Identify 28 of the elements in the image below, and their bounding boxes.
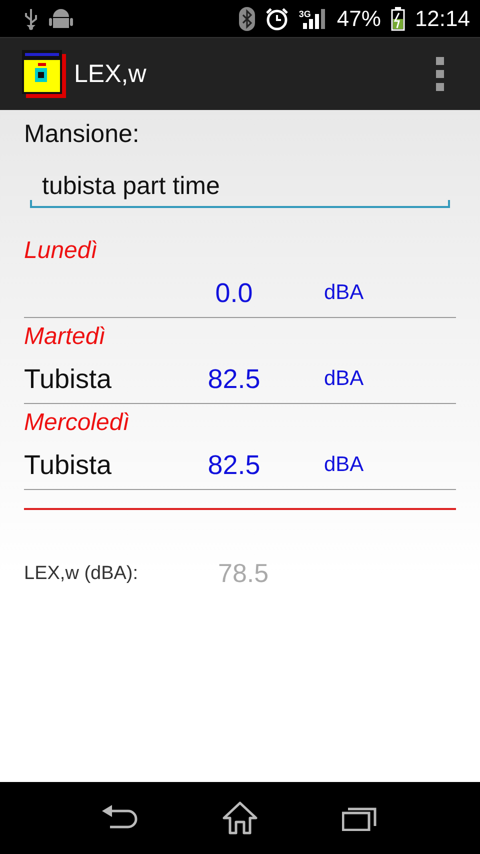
activity-name: Tubista [24,450,112,480]
alarm-clock-icon [264,6,289,30]
unit-label: dBA [324,367,364,391]
battery-charging-icon [390,6,405,30]
android-icon [48,6,74,30]
back-icon[interactable] [102,805,138,831]
unit-label: dBA [324,281,364,305]
network-type: 3G [298,8,311,18]
result-value: 78.5 [218,558,269,589]
noise-level-value: 82.5 [206,364,262,394]
recent-apps-icon[interactable] [342,805,378,831]
result-label: LEX,w (dBA): [24,562,140,584]
day-name: Martedì [24,322,106,352]
clock-time: 12:14 [414,6,470,32]
app-logo-icon [22,50,66,98]
activity-name: Tubista [24,364,112,394]
usb-icon [24,8,38,30]
unit-label: dBA [324,453,364,477]
home-icon[interactable] [222,801,258,835]
battery-percent: 47% [336,6,381,32]
noise-level-value: 0.0 [214,278,254,308]
bluetooth-icon [238,6,255,30]
job-label: Mansione: [24,120,140,150]
app-title: LEX,w [74,60,146,88]
noise-level-value: 82.5 [206,450,262,480]
day-name: Mercoledì [24,408,130,438]
day-name: Lunedì [24,236,98,266]
overflow-menu-icon[interactable] [436,57,444,91]
